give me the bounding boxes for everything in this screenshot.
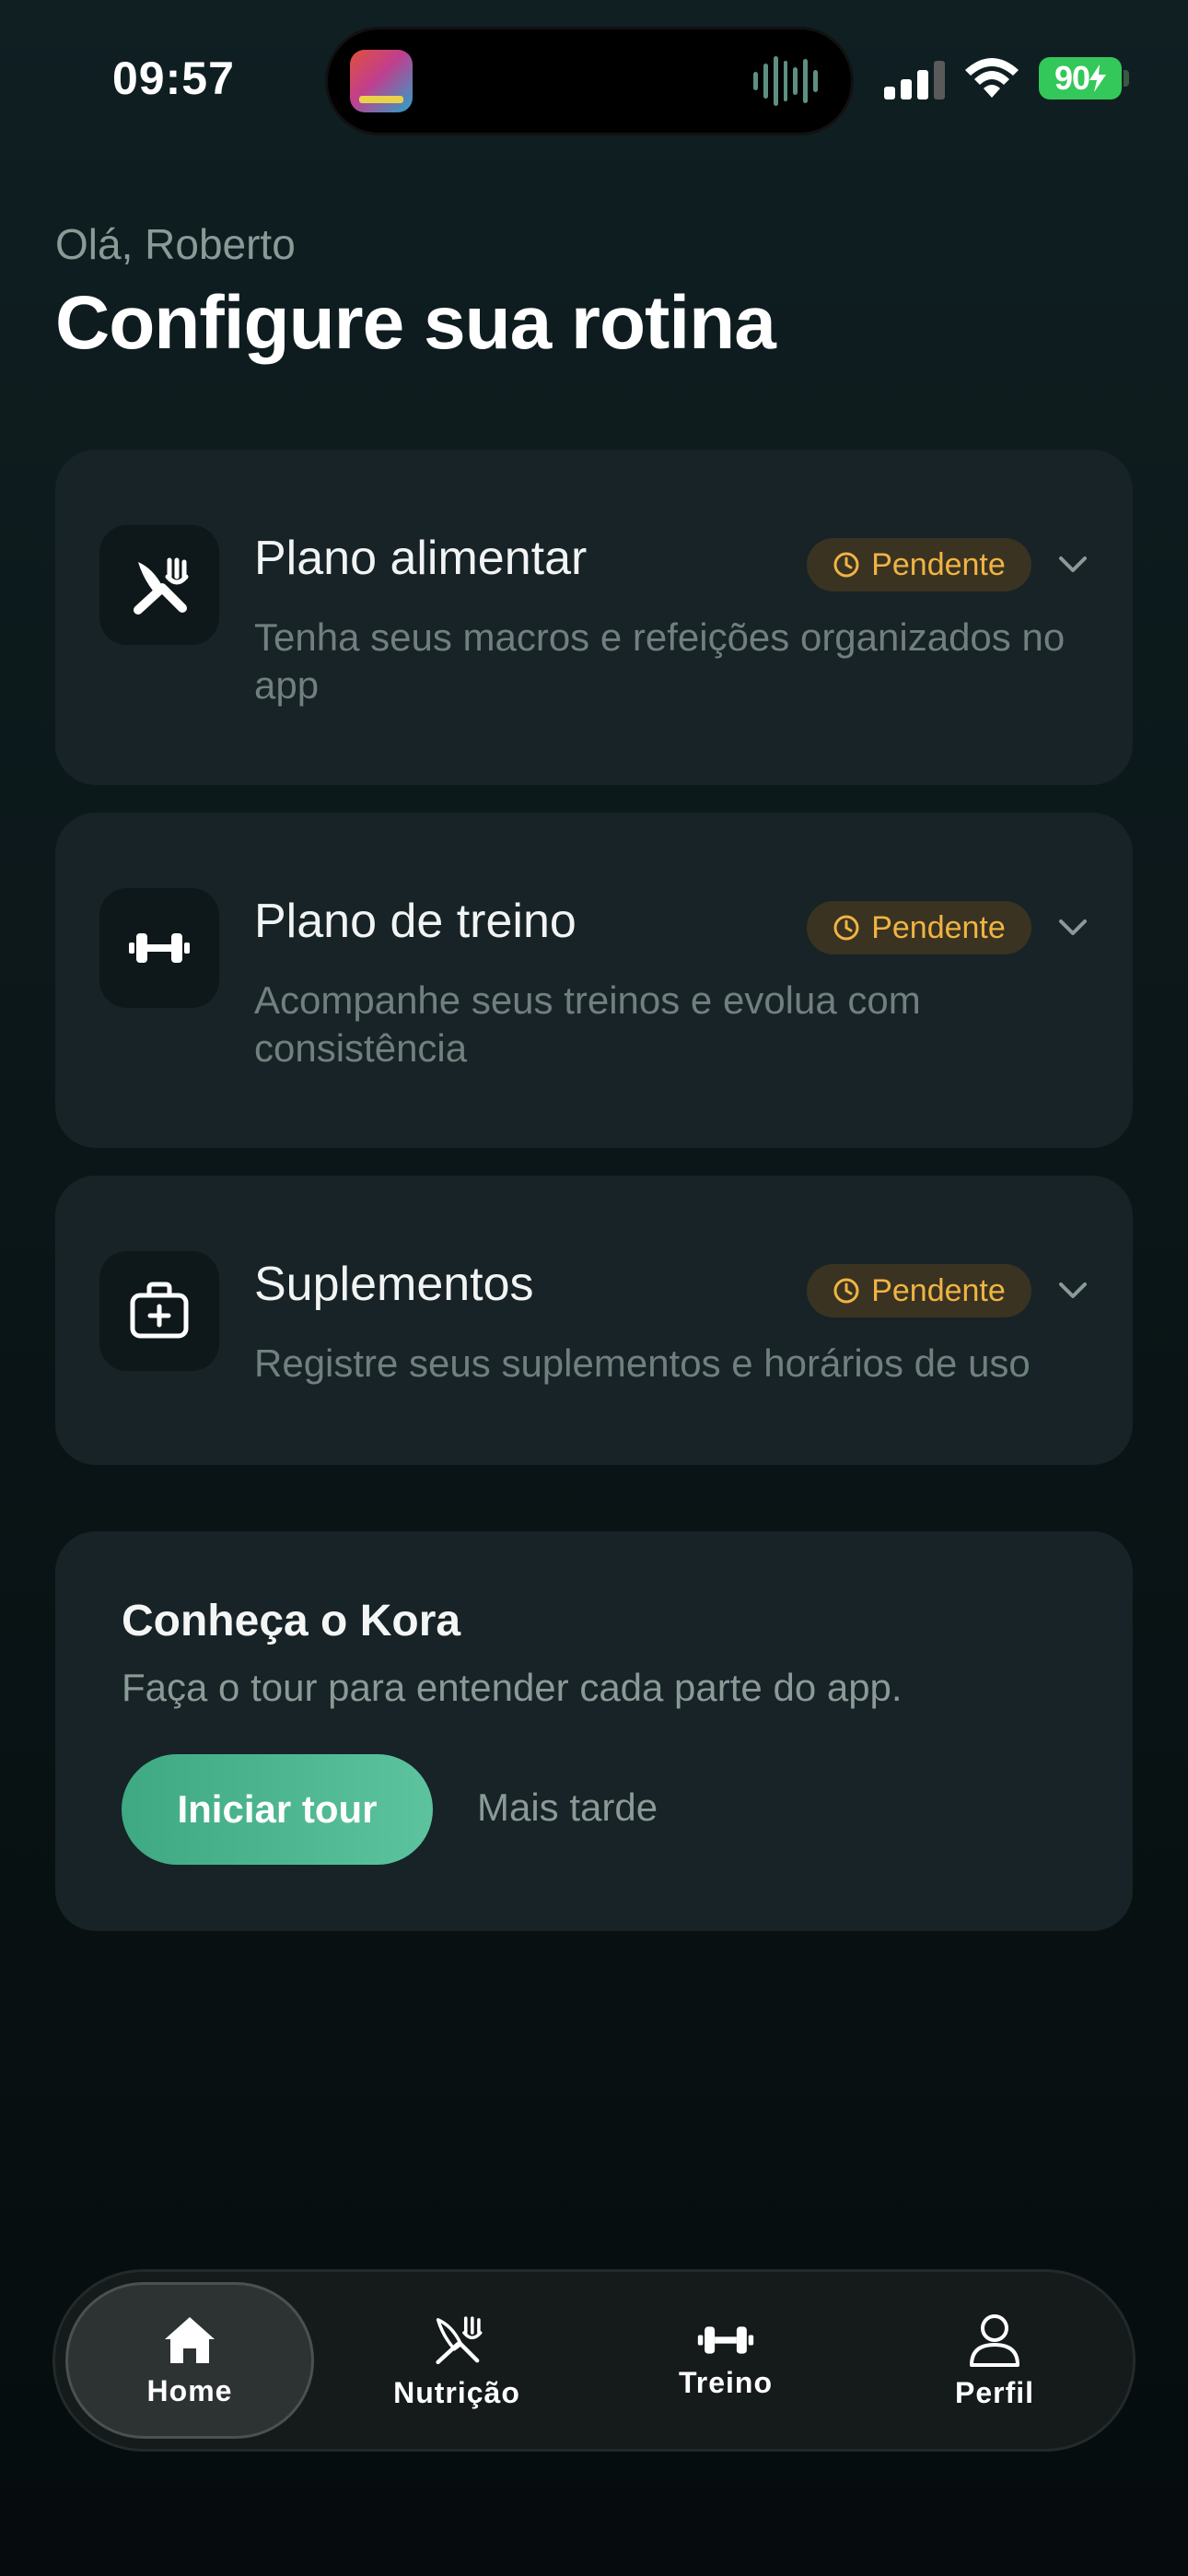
greeting: Olá, Roberto	[55, 220, 296, 268]
user-icon	[970, 2313, 1019, 2367]
card-supplements[interactable]: Suplementos Pendente Registre seus suple…	[55, 1176, 1133, 1465]
tab-home[interactable]: Home	[68, 2285, 311, 2436]
tour-card: Conheça o Kora Faça o tour para entender…	[55, 1531, 1133, 1931]
later-button[interactable]: Mais tarde	[477, 1786, 658, 1830]
card-icon-box	[99, 888, 219, 1008]
card-icon-box	[99, 1251, 219, 1371]
card-description: Tenha seus macros e refeições organizado…	[254, 615, 1066, 707]
status-label: Pendente	[871, 546, 1006, 582]
tab-label: Home	[146, 2373, 233, 2407]
battery-indicator: 90	[1039, 57, 1122, 100]
card-meal-plan[interactable]: Plano alimentar Pendente Tenha seus macr…	[55, 450, 1133, 785]
page-title: Configure sua rotina	[55, 281, 776, 365]
tab-perfil[interactable]: Perfil	[873, 2285, 1116, 2436]
status-label: Pendente	[871, 1272, 1006, 1308]
chevron-down-icon[interactable]	[1050, 1270, 1096, 1312]
dumbbell-icon	[697, 2325, 754, 2354]
wifi-icon	[965, 58, 1019, 98]
utensils-icon	[436, 2315, 483, 2364]
status-badge: Pendente	[807, 901, 1031, 954]
tab-nutricao[interactable]: Nutrição	[335, 2285, 578, 2436]
card-title: Suplementos	[254, 1258, 534, 1311]
chevron-down-icon[interactable]	[1050, 544, 1096, 586]
clock-icon	[833, 1278, 859, 1304]
dynamic-island[interactable]	[328, 29, 851, 133]
battery-cap	[1124, 70, 1129, 87]
medical-kit-icon	[130, 1282, 189, 1339]
clock-icon	[833, 552, 859, 578]
tab-label: Nutrição	[393, 2375, 520, 2409]
clock-icon	[833, 915, 859, 941]
battery-level: 90	[1054, 59, 1090, 97]
charging-bolt-icon	[1089, 64, 1107, 92]
tour-title: Conheça o Kora	[122, 1597, 461, 1645]
card-icon-box	[99, 525, 219, 645]
audio-wave-icon	[753, 55, 819, 107]
tab-label: Treino	[678, 2365, 773, 2399]
card-description: Acompanhe seus treinos e evolua com cons…	[254, 978, 921, 1070]
dumbbell-icon	[129, 933, 190, 963]
tab-label: Perfil	[954, 2375, 1035, 2409]
card-training-plan[interactable]: Plano de treino Pendente Acompanhe seus …	[55, 813, 1133, 1148]
tab-bar: Home Nutrição Treino Perfil	[55, 2272, 1133, 2449]
card-title: Plano de treino	[254, 895, 577, 948]
chevron-down-icon[interactable]	[1050, 907, 1096, 949]
cellular-signal-icon	[884, 57, 945, 100]
utensils-icon	[134, 557, 189, 615]
status-time: 09:57	[112, 53, 235, 104]
status-label: Pendente	[871, 909, 1006, 945]
card-title: Plano alimentar	[254, 532, 588, 585]
tour-description: Faça o tour para entender cada parte do …	[122, 1666, 903, 1709]
status-badge: Pendente	[807, 1264, 1031, 1317]
status-badge: Pendente	[807, 538, 1031, 591]
now-playing-app-icon[interactable]	[350, 50, 413, 112]
card-description: Registre seus suplementos e horários de …	[254, 1341, 1031, 1385]
home-icon	[165, 2316, 215, 2363]
start-tour-button[interactable]: Iniciar tour	[122, 1754, 433, 1865]
tab-treino[interactable]: Treino	[604, 2285, 847, 2436]
